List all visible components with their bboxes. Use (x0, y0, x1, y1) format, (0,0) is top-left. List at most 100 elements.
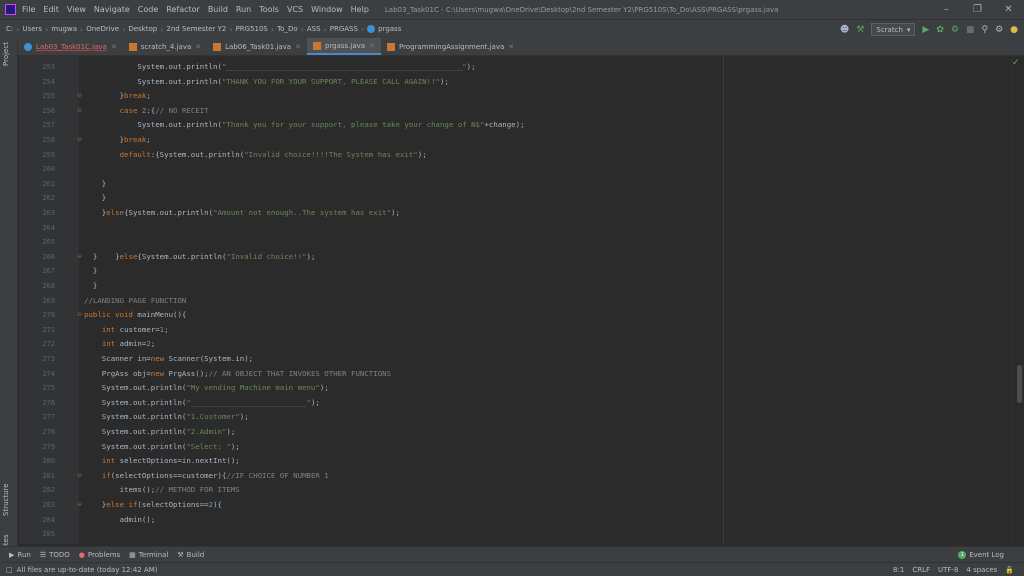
debug-icon[interactable]: ✿ (936, 25, 944, 35)
breadcrumb-todo[interactable]: To_Do (277, 25, 298, 33)
code-line[interactable]: System.out.println("____________________… (84, 396, 320, 411)
breadcrumb-mugwa[interactable]: mugwa (51, 25, 77, 33)
code-line[interactable]: System.out.println("Select: "); (84, 440, 240, 455)
user-icon[interactable]: ☻ (840, 25, 849, 35)
code-line[interactable]: default:{System.out.println("Invalid cho… (84, 148, 427, 163)
code-line[interactable]: int customer=1; (84, 323, 169, 338)
indent-setting[interactable]: 4 spaces (966, 566, 997, 574)
maximize-icon[interactable]: ❐ (962, 0, 993, 19)
code-line[interactable]: System.out.println("____________________… (84, 60, 475, 75)
close-tab-icon[interactable]: ✕ (508, 43, 514, 51)
editor-scrollbar[interactable] (1011, 56, 1024, 544)
file-encoding[interactable]: UTF-8 (938, 566, 958, 574)
menu-navigate[interactable]: Navigate (94, 5, 130, 14)
code-line[interactable]: } (84, 177, 106, 192)
line-ending[interactable]: CRLF (912, 566, 930, 574)
problems-tool-button[interactable]: ● Problems (79, 551, 120, 559)
status-message[interactable]: □ All files are up-to-date (today 12:42 … (6, 566, 158, 574)
breadcrumb-desktop[interactable]: Desktop (128, 25, 157, 33)
code-line[interactable]: } (84, 279, 97, 294)
breadcrumb-ass[interactable]: ASS (307, 25, 321, 33)
fold-marker-icon[interactable]: ⊖ (77, 136, 82, 143)
code-line[interactable]: }break; (84, 133, 151, 148)
menu-help[interactable]: Help (351, 5, 369, 14)
code-line[interactable]: PrgAss obj=new PrgAss();// AN OBJECT THA… (84, 367, 391, 382)
breadcrumb-users[interactable]: Users (22, 25, 42, 33)
scrollbar-thumb[interactable] (1017, 365, 1022, 403)
coverage-icon[interactable]: ⚙ (951, 25, 959, 35)
plugin-icon[interactable]: ● (1010, 25, 1018, 35)
close-tab-icon[interactable]: ✕ (369, 42, 375, 50)
tab-lab06[interactable]: Lab06_Task01.java ✕ (207, 38, 307, 55)
window-toggle-icon[interactable]: □ (6, 566, 13, 574)
fold-marker-icon[interactable]: ⊖ (77, 92, 82, 99)
code-line[interactable]: } (84, 191, 106, 206)
settings-icon[interactable]: ⚙ (995, 25, 1003, 35)
menu-window[interactable]: Window (311, 5, 343, 14)
code-line[interactable]: }break; (84, 89, 151, 104)
breadcrumb-prgass-folder[interactable]: PRGASS (330, 25, 358, 33)
close-tab-icon[interactable]: ✕ (295, 43, 301, 51)
code-line[interactable]: items();// METHOD FOR ITEMS (84, 483, 240, 498)
menu-file[interactable]: File (22, 5, 35, 14)
fold-marker-icon[interactable]: ⊖ (77, 311, 82, 318)
fold-marker-icon[interactable]: ⊖ (77, 501, 82, 508)
event-log-button[interactable]: 1 Event Log (958, 547, 1004, 563)
menu-build[interactable]: Build (208, 5, 228, 14)
menu-refactor[interactable]: Refactor (166, 5, 200, 14)
code-line[interactable]: } }else{System.out.println("Invalid choi… (84, 250, 316, 265)
code-line[interactable]: int admin=2; (84, 337, 155, 352)
close-tab-icon[interactable]: ✕ (111, 43, 117, 51)
code-line[interactable]: System.out.println("Thank you for your s… (84, 118, 524, 133)
fold-marker-icon[interactable]: ⊖ (77, 472, 82, 479)
menu-tools[interactable]: Tools (259, 5, 279, 14)
menu-code[interactable]: Code (138, 5, 158, 14)
run-config-select[interactable]: Scratch ▾ (871, 23, 916, 36)
tab-lab03[interactable]: Lab03_Task01C.java ✕ (18, 38, 123, 55)
fold-marker-icon[interactable]: ⊖ (77, 107, 82, 114)
menu-view[interactable]: View (67, 5, 86, 14)
code-line[interactable]: System.out.println("1.Customer"); (84, 410, 249, 425)
code-line[interactable]: } (84, 264, 97, 279)
hammer-icon[interactable]: ⚒ (856, 25, 864, 35)
menu-vcs[interactable]: VCS (287, 5, 303, 14)
breadcrumb-prgass-file[interactable]: prgass (378, 25, 401, 33)
caret-position[interactable]: 8:1 (893, 566, 904, 574)
breadcrumb-onedrive[interactable]: OneDrive (86, 25, 119, 33)
code-line[interactable]: }else{System.out.println("Amount not eno… (84, 206, 400, 221)
code-line[interactable]: }else if(selectOptions==2){ (84, 498, 222, 513)
run-icon[interactable]: ▶ (922, 25, 929, 35)
code-line[interactable]: int selectOptions=in.nextInt(); (84, 454, 240, 469)
project-tool-button[interactable]: Project (2, 42, 10, 66)
close-tab-icon[interactable]: ✕ (195, 43, 201, 51)
build-tool-button[interactable]: ⚒ Build (177, 551, 204, 559)
menu-run[interactable]: Run (236, 5, 251, 14)
tab-prgass[interactable]: prgass.java ✕ (306, 38, 381, 55)
stop-icon[interactable]: ■ (966, 25, 975, 35)
tab-scratch[interactable]: scratch_4.java ✕ (123, 38, 207, 55)
code-line[interactable]: admin(); (84, 513, 156, 528)
code-line[interactable]: //LANDING PAGE FUNCTION (84, 294, 186, 309)
run-tool-button[interactable]: ▶ Run (9, 551, 31, 559)
code-line[interactable]: System.out.println("2.Admin"); (84, 425, 236, 440)
code-line[interactable]: if(selectOptions==customer){//IF CHOICE … (84, 469, 329, 484)
fold-marker-icon[interactable]: ⊖ (77, 253, 82, 260)
code-line[interactable]: Scanner in=new Scanner(System.in); (84, 352, 253, 367)
breadcrumb-prg510s[interactable]: PRG510S (236, 25, 268, 33)
code-line[interactable]: public void mainMenu(){ (84, 308, 186, 323)
menu-edit[interactable]: Edit (43, 5, 59, 14)
breadcrumb-drive[interactable]: C: (6, 25, 13, 33)
close-icon[interactable]: ✕ (993, 0, 1024, 19)
lock-icon[interactable]: 🔒 (1005, 566, 1014, 574)
search-icon[interactable]: ⚲ (981, 25, 988, 35)
terminal-tool-button[interactable]: ▦ Terminal (129, 551, 168, 559)
minimize-icon[interactable]: – (931, 0, 962, 19)
todo-tool-button[interactable]: ☰ TODO (40, 551, 70, 559)
code-line[interactable]: System.out.println("My vending Machine m… (84, 381, 329, 396)
structure-tool-button[interactable]: Structure (2, 483, 10, 516)
code-line[interactable]: System.out.println("THANK YOU FOR YOUR S… (84, 75, 448, 90)
no-problems-check-icon[interactable]: ✓ (1012, 58, 1020, 68)
code-line[interactable]: case 2:{// NO RECEIT (84, 104, 209, 119)
tab-programming-assignment[interactable]: ProgrammingAssignment.java ✕ (381, 38, 520, 55)
breadcrumb-semester[interactable]: 2nd Semester Y2 (166, 25, 226, 33)
